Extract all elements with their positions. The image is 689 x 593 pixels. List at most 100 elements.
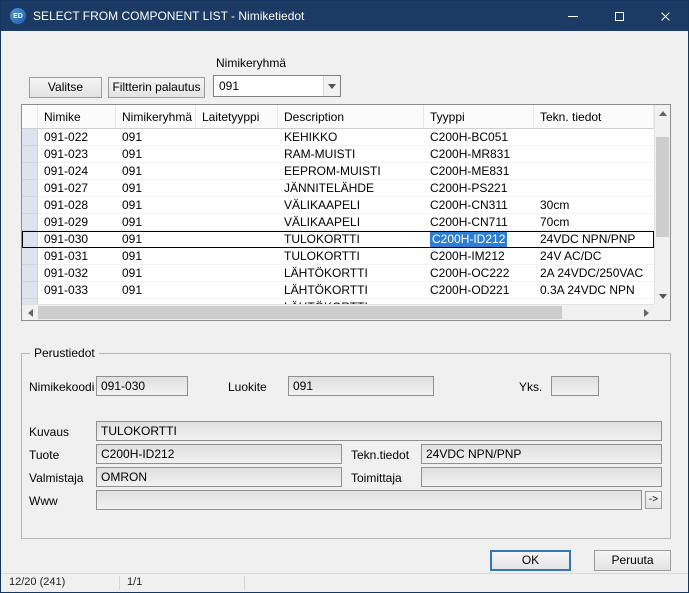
www-field[interactable]	[96, 490, 642, 510]
cell-tekn-tiedot	[534, 146, 654, 163]
cell-laitetyyppi	[196, 214, 278, 231]
maximize-icon	[615, 12, 624, 21]
cell-description: JÄNNITELÄHDE	[278, 180, 424, 197]
row-selector-cell[interactable]	[22, 197, 38, 214]
cell-tyyppi: C200H-ID212	[424, 231, 534, 248]
combobox-dropdown-button[interactable]	[323, 76, 340, 96]
table-row[interactable]: 091-028 091 VÄLIKAAPELI C200H-CN311 30cm	[22, 197, 654, 214]
kuvaus-field[interactable]	[96, 421, 662, 441]
titlebar: ED SELECT FROM COMPONENT LIST - Nimiketi…	[1, 1, 688, 31]
horizontal-scrollbar[interactable]	[22, 304, 654, 320]
scroll-left-button[interactable]	[22, 305, 38, 321]
yks-field[interactable]	[551, 376, 599, 396]
vertical-scrollbar[interactable]	[654, 105, 670, 304]
luokite-field[interactable]	[288, 376, 434, 396]
cell-laitetyyppi	[196, 180, 278, 197]
row-selector-cell[interactable]	[22, 214, 38, 231]
component-table-body: Nimike Nimikeryhmä Laitetyyppi Descripti…	[22, 105, 654, 304]
table-row-selected[interactable]: 091-030 091 TULOKORTTI C200H-ID212 24VDC…	[22, 231, 654, 248]
row-selector-cell[interactable]	[22, 163, 38, 180]
cancel-button[interactable]: Peruuta	[594, 550, 671, 571]
cell-nimikeryhma: 091	[116, 231, 196, 248]
horizontal-scrollbar-thumb[interactable]	[38, 306, 562, 319]
header-nimike[interactable]: Nimike	[38, 105, 116, 128]
scroll-left-icon	[28, 309, 33, 317]
cell-tyyppi: C200H-OC222	[424, 265, 534, 282]
tekn-tiedot-field[interactable]	[421, 444, 662, 464]
cell-tyyppi: C200H-IM212	[424, 248, 534, 265]
cell-nimikeryhma: 091	[116, 163, 196, 180]
toimittaja-label: Toimittaja	[351, 471, 402, 485]
header-tyyppi[interactable]: Tyyppi	[424, 105, 534, 128]
header-selector	[22, 105, 38, 128]
cell-tekn-tiedot: 24V AC/DC	[534, 248, 654, 265]
chevron-down-icon	[328, 84, 336, 89]
table-row[interactable]: 091-022 091 KEHIKKO C200H-BC051	[22, 129, 654, 146]
group-combobox-label: Nimikeryhmä	[216, 56, 286, 70]
cell-tyyppi: C200H-OD221	[424, 282, 534, 299]
row-selector-cell[interactable]	[22, 180, 38, 197]
status-bar: 12/20 (241) 1/1	[1, 573, 688, 592]
valmistaja-field[interactable]	[96, 467, 342, 487]
row-selector-cell[interactable]	[22, 129, 38, 146]
www-go-button[interactable]: ->	[645, 491, 662, 509]
minimize-button[interactable]	[550, 1, 596, 31]
filter-reset-button[interactable]: Filtterin palautus	[108, 77, 205, 98]
status-record-count: 12/20 (241)	[9, 574, 65, 591]
nimikekoodi-field[interactable]	[96, 376, 188, 396]
status-separator	[119, 576, 120, 590]
scroll-right-button[interactable]	[638, 305, 654, 321]
row-selector-cell[interactable]	[22, 231, 38, 248]
cell-nimike: 091-033	[38, 282, 116, 299]
scroll-up-button[interactable]	[655, 105, 671, 121]
vertical-scrollbar-thumb[interactable]	[656, 137, 669, 237]
table-row[interactable]: 091-029 091 VÄLIKAAPELI C200H-CN711 70cm	[22, 214, 654, 231]
cell-nimikeryhma: 091	[116, 197, 196, 214]
cell-tyyppi: C200H-MR831	[424, 146, 534, 163]
selected-cell-highlight: C200H-ID212	[430, 231, 507, 247]
status-page-indicator: 1/1	[127, 574, 142, 591]
row-selector-cell[interactable]	[22, 282, 38, 299]
close-button[interactable]	[642, 1, 688, 31]
row-selector-cell[interactable]	[22, 248, 38, 265]
cell-tekn-tiedot	[534, 129, 654, 146]
table-row[interactable]: 091-031 091 TULOKORTTI C200H-IM212 24V A…	[22, 248, 654, 265]
scroll-down-button[interactable]	[655, 288, 671, 304]
cell-nimike: 091-029	[38, 214, 116, 231]
select-button[interactable]: Valitse	[29, 77, 102, 98]
cell-nimike: 091-022	[38, 129, 116, 146]
valmistaja-label: Valmistaja	[29, 471, 83, 485]
table-row[interactable]: 091-027 091 JÄNNITELÄHDE C200H-PS221	[22, 180, 654, 197]
header-nimikeryhma[interactable]: Nimikeryhmä	[116, 105, 196, 128]
scroll-down-icon	[659, 294, 667, 299]
header-tekn-tiedot[interactable]: Tekn. tiedot	[534, 105, 654, 128]
tuote-field[interactable]	[96, 444, 342, 464]
row-selector-cell[interactable]	[22, 146, 38, 163]
table-row[interactable]: 091-023 091 RAM-MUISTI C200H-MR831	[22, 146, 654, 163]
ok-button[interactable]: OK	[490, 550, 571, 571]
table-row[interactable]: 091-033 091 LÄHTÖKORTTI C200H-OD221 0.3A…	[22, 282, 654, 299]
header-description[interactable]: Description	[278, 105, 424, 128]
nimikekoodi-label: Nimikekoodi	[29, 380, 94, 394]
minimize-icon	[568, 16, 578, 17]
status-separator	[244, 576, 245, 590]
maximize-button[interactable]	[596, 1, 642, 31]
row-selector-cell[interactable]	[22, 265, 38, 282]
scroll-up-icon	[659, 111, 667, 116]
cell-nimike: 091-032	[38, 265, 116, 282]
table-row[interactable]: 091-024 091 EEPROM-MUISTI C200H-ME831	[22, 163, 654, 180]
www-label: Www	[29, 494, 58, 508]
cell-tekn-tiedot: 2A 24VDC/250VAC	[534, 265, 654, 282]
header-laitetyyppi[interactable]: Laitetyyppi	[196, 105, 278, 128]
group-combobox[interactable]: 091	[213, 75, 341, 97]
cell-nimikeryhma: 091	[116, 248, 196, 265]
scroll-right-icon	[644, 309, 649, 317]
cell-nimikeryhma: 091	[116, 282, 196, 299]
cell-description: VÄLIKAAPELI	[278, 197, 424, 214]
toimittaja-field[interactable]	[421, 467, 662, 487]
window-title: SELECT FROM COMPONENT LIST - Nimiketiedo…	[33, 9, 304, 23]
table-header-row: Nimike Nimikeryhmä Laitetyyppi Descripti…	[22, 105, 654, 129]
table-row[interactable]: 091-032 091 LÄHTÖKORTTI C200H-OC222 2A 2…	[22, 265, 654, 282]
yks-label: Yks.	[519, 380, 542, 394]
cell-description: LÄHTÖKORTTI	[278, 265, 424, 282]
